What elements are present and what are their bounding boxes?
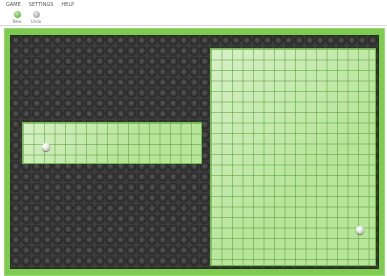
board-frame xyxy=(4,28,385,276)
new-game-button[interactable]: New xyxy=(10,10,24,25)
menu-bar: GAME SETTINGS HELP xyxy=(0,0,387,10)
new-icon xyxy=(13,11,21,18)
filled-region-right xyxy=(210,48,376,266)
game-board[interactable] xyxy=(10,35,379,269)
toolbar: New Undo xyxy=(0,10,387,26)
new-label: New xyxy=(12,19,22,24)
undo-icon xyxy=(32,11,40,18)
menu-settings[interactable]: SETTINGS xyxy=(29,2,54,8)
bouncing-ball xyxy=(356,226,364,234)
menu-help[interactable]: HELP xyxy=(61,2,74,8)
undo-label: Undo xyxy=(30,19,42,24)
menu-game[interactable]: GAME xyxy=(6,2,21,8)
bouncing-ball xyxy=(42,143,50,151)
filled-region-left xyxy=(22,122,202,164)
undo-button[interactable]: Undo xyxy=(29,10,43,25)
